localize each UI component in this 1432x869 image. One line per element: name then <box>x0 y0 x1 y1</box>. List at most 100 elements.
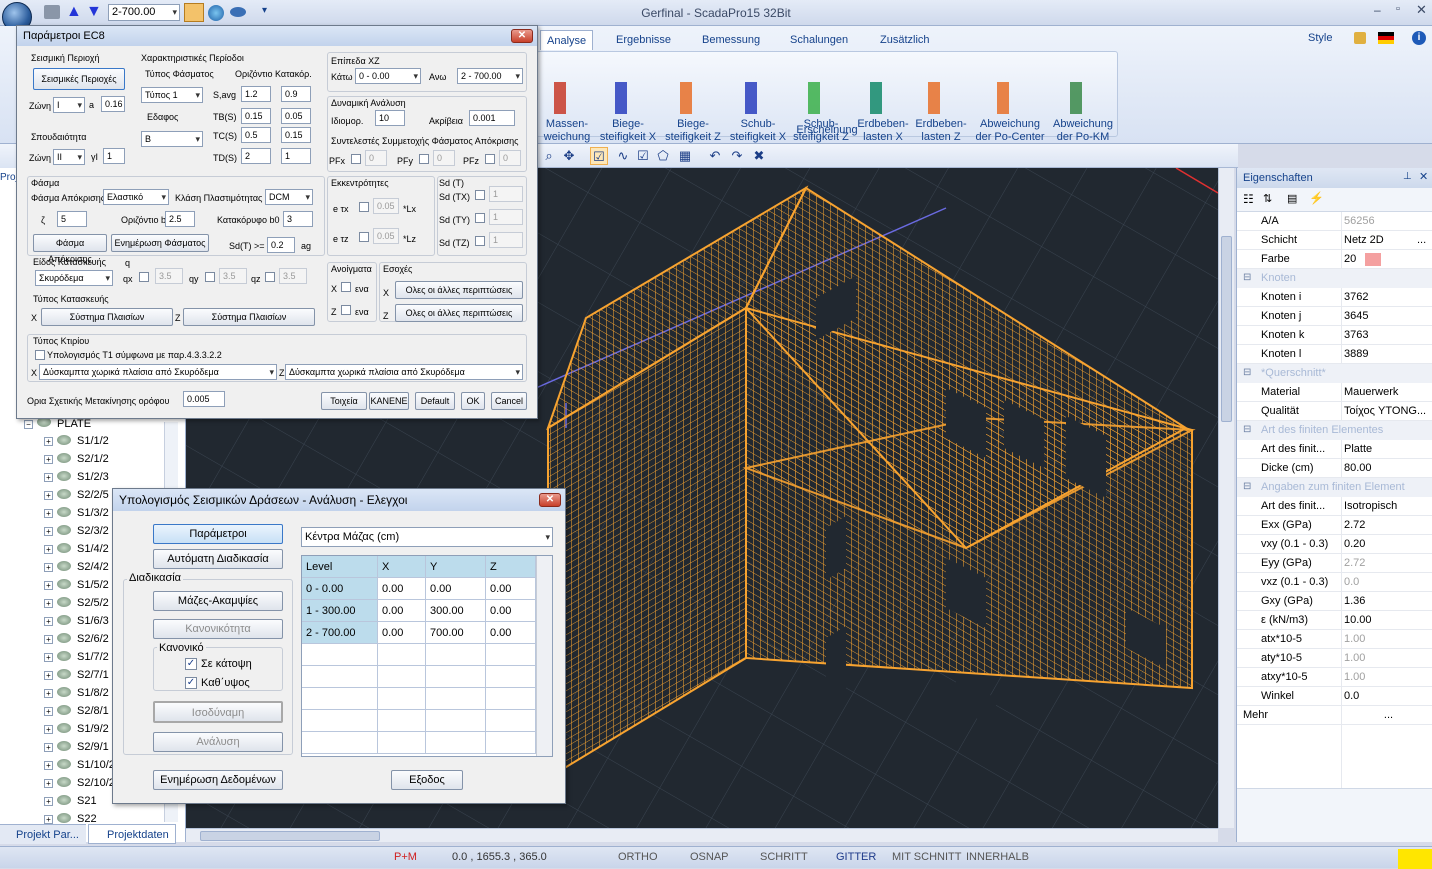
frame-system-z-button[interactable]: Σύστημα Πλαισίων <box>183 308 315 326</box>
etz-input[interactable]: 0.05 <box>373 228 399 244</box>
sdtx-checkbox[interactable] <box>475 190 485 200</box>
setback-x-button[interactable]: Ολες οι άλλες περιπτώσεις <box>395 281 523 299</box>
style-menu[interactable]: Style <box>1308 32 1332 44</box>
qz-checkbox[interactable] <box>265 272 275 282</box>
maximize-button[interactable]: ▫ <box>1396 3 1400 15</box>
construction-select[interactable]: Σκυρόδεμα <box>35 270 113 286</box>
property-value[interactable]: Mauerwerk <box>1341 383 1432 402</box>
tree-item[interactable]: + S1/5/2 <box>44 576 109 594</box>
property-value[interactable]: 3763 <box>1341 326 1432 345</box>
zeta-input[interactable]: 5 <box>57 211 87 227</box>
property-row[interactable]: Dicke (cm) 80.00 <box>1237 459 1432 478</box>
expand-icon[interactable]: + <box>44 815 53 824</box>
mass-button[interactable]: Μάζες-Ακαμψίες <box>153 591 283 611</box>
qz-input[interactable]: 3.5 <box>279 268 307 284</box>
qx-checkbox[interactable] <box>139 272 149 282</box>
td-v-input[interactable]: 1 <box>281 148 311 164</box>
expand-icon[interactable]: + <box>44 473 53 482</box>
expand-icon[interactable]: + <box>44 671 53 680</box>
property-value[interactable]: Isotropisch <box>1341 497 1432 516</box>
a-input[interactable]: 0.16 <box>101 96 125 112</box>
pages-icon[interactable]: ▤ <box>1287 192 1297 205</box>
zone-select[interactable]: I <box>53 97 85 113</box>
equiv-button[interactable]: Ισοδύναμη <box>153 701 283 723</box>
collapse-icon[interactable]: ⊟ <box>1243 368 1251 378</box>
property-value[interactable]: 0.0 <box>1341 687 1432 706</box>
expand-icon[interactable]: + <box>44 725 53 734</box>
property-row[interactable]: atxy*10-5 1.00 <box>1237 668 1432 687</box>
td-h-input[interactable]: 2 <box>241 148 271 164</box>
auto-button[interactable]: Αυτόματη Διαδικασία <box>153 549 283 569</box>
tb-v-input[interactable]: 0.05 <box>281 108 311 124</box>
status-schritt[interactable]: SCHRITT <box>760 851 808 863</box>
categorized-icon[interactable]: ☷ <box>1243 192 1254 206</box>
tree-item[interactable]: + S1/7/2 <box>44 648 109 666</box>
property-value[interactable]: 1.36 <box>1341 592 1432 611</box>
tree-item[interactable]: + S21 <box>44 792 97 810</box>
property-row[interactable]: Art des finit... Isotropisch <box>1237 497 1432 516</box>
tree-item[interactable]: + S1/1/2 <box>44 432 109 450</box>
property-category[interactable]: ⊟ *Querschnitt* <box>1237 364 1432 383</box>
pfy-input[interactable]: 0 <box>433 150 455 166</box>
opening-x-checkbox[interactable] <box>341 282 351 292</box>
grid-icon[interactable]: ▦ <box>676 147 694 165</box>
property-row[interactable]: Eyy (GPa) 2.72 <box>1237 554 1432 573</box>
etx-input[interactable]: 0.05 <box>373 198 399 214</box>
tree-item[interactable]: + S2/9/1 <box>44 738 109 756</box>
property-value[interactable]: 80.00 <box>1341 459 1432 478</box>
zoom-icon[interactable]: ⌕ <box>540 147 558 165</box>
spectrum-type-select[interactable]: Τύπος 1 <box>141 87 203 103</box>
below-select[interactable]: 0 - 0.00 <box>355 68 421 84</box>
property-row[interactable]: Schicht Netz 2D... <box>1237 231 1432 250</box>
shape-icon[interactable]: ⬠ <box>654 147 672 165</box>
tab-analyse[interactable]: Analyse <box>540 30 594 50</box>
status-ortho[interactable]: ORTHO <box>618 851 658 863</box>
analysis-button[interactable]: Ανάλυση <box>153 732 283 752</box>
ductility-select[interactable]: DCM <box>265 189 313 205</box>
tc-h-input[interactable]: 0.5 <box>241 127 271 143</box>
property-value[interactable]: 0.20 <box>1341 535 1432 554</box>
expand-icon[interactable]: + <box>44 635 53 644</box>
property-value[interactable]: 3762 <box>1341 288 1432 307</box>
property-row[interactable]: A/A 56256 <box>1237 212 1432 231</box>
hscroll-thumb[interactable] <box>200 831 380 841</box>
lock-icon[interactable] <box>1354 32 1366 44</box>
property-row[interactable]: Farbe 20 <box>1237 250 1432 269</box>
status-gitter[interactable]: GITTER <box>836 851 876 863</box>
walls-button[interactable]: Τοιχεία <box>321 392 367 410</box>
collapse-icon[interactable]: ⊟ <box>1243 273 1251 283</box>
help-icon[interactable]: i <box>1412 31 1426 45</box>
pfx-checkbox[interactable] <box>351 154 361 164</box>
tree-item[interactable]: + S1/6/3 <box>44 612 109 630</box>
savg-h-input[interactable]: 1.2 <box>241 86 271 102</box>
building-x-select[interactable]: Δύσκαμπτα χωρικά πλαίσια από Σκυρόδεμα <box>39 364 277 380</box>
redo-icon[interactable]: ↷ <box>728 147 746 165</box>
status-innerhalb[interactable]: INNERHALB <box>966 851 1029 863</box>
horiz-b0-input[interactable]: 2.5 <box>165 211 195 227</box>
ribbon-button-5[interactable]: Erdbeben-lasten X <box>855 82 911 152</box>
expand-icon[interactable]: + <box>44 653 53 662</box>
property-value[interactable]: 2.72 <box>1341 516 1432 535</box>
ribbon-button-8[interactable]: Abweichung der Po-KM <box>1048 82 1118 152</box>
ok-button[interactable]: OK <box>461 392 485 410</box>
select-icon[interactable]: ☑ <box>590 147 608 165</box>
plan-checkbox[interactable]: ✓ <box>185 658 197 670</box>
none-button[interactable]: ΚΑΝΕΝΕ <box>369 392 409 410</box>
expand-icon[interactable]: + <box>44 599 53 608</box>
ribbon-button-1[interactable]: Biege-steifigkeit X <box>596 82 660 152</box>
sdt-input[interactable]: 0.2 <box>267 237 295 253</box>
normality-button[interactable]: Κανονικότητα <box>153 619 283 639</box>
undo-icon[interactable]: ↶ <box>706 147 724 165</box>
tree-item[interactable]: + S2/2/5 <box>44 486 109 504</box>
exit-button[interactable]: Εξοδος <box>391 770 463 790</box>
pfz-checkbox[interactable] <box>485 154 495 164</box>
property-value[interactable]: 56256 <box>1341 212 1432 231</box>
qy-input[interactable]: 3.5 <box>219 268 247 284</box>
height-checkbox[interactable]: ✓ <box>185 677 197 689</box>
property-value[interactable]: Τοίχος YTONG... <box>1341 402 1432 421</box>
property-row[interactable]: ε (kN/m3) 10.00 <box>1237 611 1432 630</box>
pin-icon[interactable]: ⊥ <box>1403 171 1412 182</box>
close-button[interactable]: ✕ <box>1416 2 1427 18</box>
tree-item[interactable]: + S1/9/2 <box>44 720 109 738</box>
ec8-close-button[interactable]: ✕ <box>511 29 533 43</box>
